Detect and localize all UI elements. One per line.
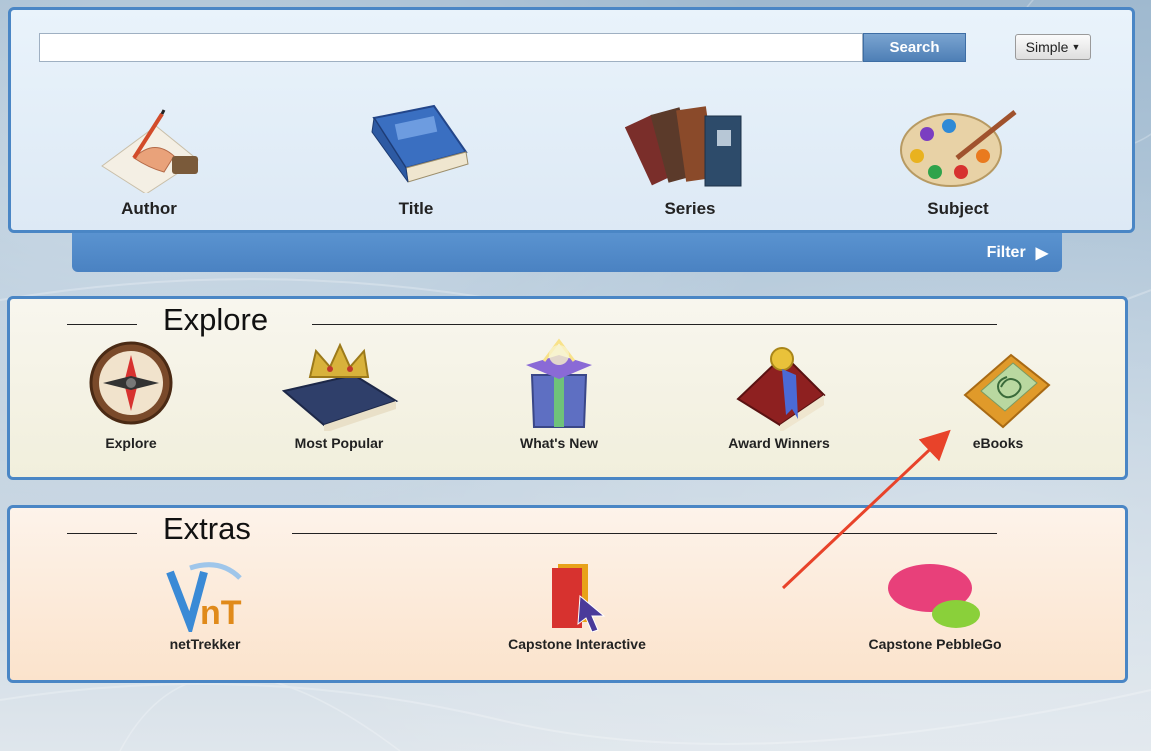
paint-palette-icon	[900, 110, 1017, 187]
extras-heading-text: Extras	[163, 511, 251, 546]
heading-rule-right	[292, 533, 997, 534]
search-mode-label: Simple	[1025, 39, 1069, 55]
explore-item-award-winners[interactable]: Award Winners	[694, 335, 864, 451]
extras-item-nettrekker[interactable]: nT netTrekker	[120, 558, 290, 652]
explore-item-award-winners-label: Award Winners	[728, 435, 830, 451]
search-tile-series[interactable]: Series	[615, 98, 765, 218]
explore-item-whats-new-label: What's New	[519, 435, 598, 451]
search-tile-subject-label: Subject	[927, 199, 989, 218]
explore-item-ebooks[interactable]: eBooks	[913, 335, 1083, 451]
filter-label: Filter	[986, 244, 1026, 261]
search-tile-author[interactable]: Author	[74, 98, 224, 218]
search-tile-title[interactable]: Title	[341, 98, 491, 218]
heading-rule-left	[67, 324, 137, 325]
heading-rule-right	[312, 324, 997, 325]
extras-heading: Extras	[67, 511, 997, 551]
heading-rule-left	[67, 533, 137, 534]
triangle-right-icon: ▶	[1035, 245, 1048, 262]
filter-bar: Filter ▶	[72, 233, 1062, 272]
explore-heading-text: Explore	[163, 302, 269, 337]
explore-item-explore-label: Explore	[105, 435, 157, 451]
search-mode-select[interactable]: Simple ▼	[1015, 34, 1091, 60]
extras-panel: Extras nT netTrekker Capstone Interactiv…	[7, 505, 1128, 683]
extras-item-capstone-pebblego[interactable]: Capstone PebbleGo	[850, 558, 1020, 652]
gift-box-icon	[526, 338, 592, 428]
explore-item-most-popular[interactable]: Most Popular	[254, 335, 424, 451]
extras-item-capstone-pebblego-label: Capstone PebbleGo	[868, 636, 1002, 652]
search-panel: Search Simple ▼ Author Title Series Subj…	[8, 7, 1135, 233]
author-hand-writing-icon	[101, 109, 199, 193]
search-tile-series-label: Series	[664, 199, 716, 218]
extras-item-capstone-interactive[interactable]: Capstone Interactive	[492, 558, 662, 652]
explore-panel: Explore Explore Most Popular What's New …	[7, 296, 1128, 480]
search-input[interactable]	[39, 33, 863, 62]
search-tile-author-label: Author	[121, 199, 177, 218]
pebblego-logo-icon	[888, 564, 980, 628]
nettrekker-logo-icon: nT	[166, 562, 242, 632]
svg-text:nT: nT	[200, 594, 242, 632]
book-stack-icon	[625, 106, 742, 187]
ribbon-book-icon	[736, 347, 826, 431]
explore-item-most-popular-label: Most Popular	[294, 435, 384, 451]
compass-icon	[89, 341, 173, 425]
ebook-reader-icon	[963, 353, 1051, 429]
extras-item-capstone-interactive-label: Capstone Interactive	[508, 636, 646, 652]
search-tile-title-label: Title	[398, 199, 434, 218]
capstone-book-cursor-icon	[552, 564, 606, 632]
explore-item-ebooks-label: eBooks	[972, 435, 1024, 451]
filter-toggle[interactable]: Filter ▶	[987, 243, 1048, 263]
chevron-down-icon: ▼	[1071, 42, 1081, 52]
extras-item-nettrekker-label: netTrekker	[169, 636, 241, 652]
explore-item-explore[interactable]: Explore	[46, 335, 216, 451]
search-button[interactable]: Search	[863, 33, 966, 62]
explore-item-whats-new[interactable]: What's New	[474, 335, 644, 451]
blue-book-icon	[371, 104, 469, 183]
crowned-book-icon	[281, 342, 399, 431]
search-tile-subject[interactable]: Subject	[883, 98, 1033, 218]
